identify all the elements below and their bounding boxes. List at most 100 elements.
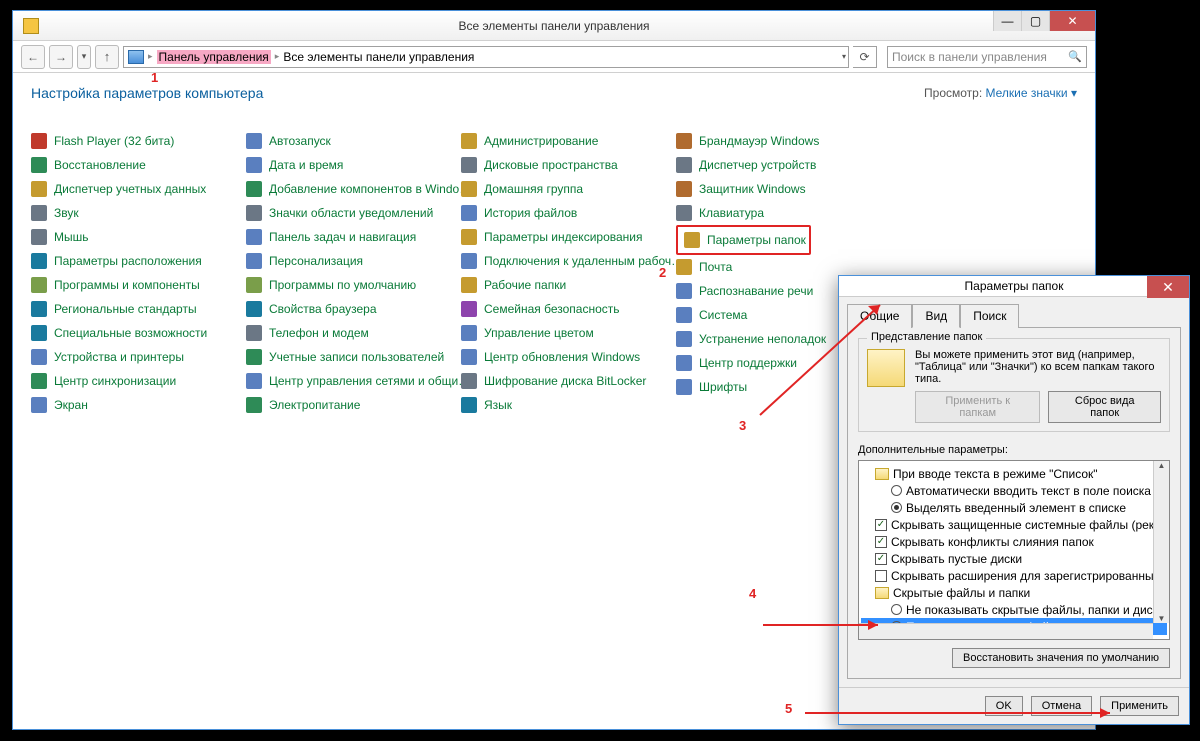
control-panel-item[interactable]: Специальные возможности — [31, 321, 246, 345]
control-panel-item[interactable]: Добавление компонентов в Windo… — [246, 177, 461, 201]
radio[interactable] — [891, 604, 902, 615]
breadcrumb-current[interactable]: Все элементы панели управления — [283, 50, 474, 64]
tree-row[interactable]: Скрытые файлы и папки — [861, 584, 1167, 601]
item-icon — [31, 253, 47, 269]
checkbox[interactable]: ✓ — [875, 553, 887, 565]
control-panel-item[interactable]: Звук — [31, 201, 246, 225]
refresh-button[interactable]: ⟳ — [853, 46, 877, 68]
forward-button[interactable]: → — [49, 45, 73, 69]
control-panel-item[interactable]: Язык — [461, 393, 676, 417]
tree-row[interactable]: Выделять введенный элемент в списке — [861, 499, 1167, 516]
item-label: Устройства и принтеры — [54, 350, 184, 364]
apply-button[interactable]: Применить — [1100, 696, 1179, 716]
control-panel-item[interactable]: Дата и время — [246, 153, 461, 177]
item-label: История файлов — [484, 206, 577, 220]
control-panel-item[interactable]: Flash Player (32 бита) — [31, 129, 246, 153]
tree-row[interactable]: ✓Скрывать защищенные системные файлы (ре… — [861, 516, 1167, 533]
control-panel-item[interactable]: Панель задач и навигация — [246, 225, 461, 249]
breadcrumb-root[interactable]: Панель управления — [157, 50, 271, 64]
radio[interactable] — [891, 485, 902, 496]
radio[interactable] — [891, 502, 902, 513]
control-panel-item[interactable]: Параметры расположения — [31, 249, 246, 273]
item-label: Клавиатура — [699, 206, 764, 220]
view-value[interactable]: Мелкие значки ▾ — [986, 86, 1077, 100]
vertical-scrollbar[interactable] — [1153, 461, 1169, 623]
control-panel-item[interactable]: Устройства и принтеры — [31, 345, 246, 369]
item-icon — [676, 259, 692, 275]
tree-row[interactable]: Автоматически вводить текст в поле поиск… — [861, 482, 1167, 499]
minimize-button[interactable]: — — [993, 11, 1021, 31]
tree-row[interactable]: ✓Скрывать пустые диски — [861, 550, 1167, 567]
item-icon — [684, 232, 700, 248]
address-dropdown-icon[interactable]: ▾ — [842, 52, 846, 61]
control-panel-item[interactable]: Мышь — [31, 225, 246, 249]
tab-general[interactable]: Общие — [847, 304, 912, 328]
checkbox[interactable]: ✓ — [875, 519, 887, 531]
tree-row[interactable]: При вводе текста в режиме "Список" — [861, 465, 1167, 482]
back-button[interactable]: ← — [21, 45, 45, 69]
folder-icon[interactable] — [875, 587, 889, 599]
address-bar[interactable]: ▸ Панель управления ▸ Все элементы панел… — [123, 46, 849, 68]
tree-row[interactable]: Не показывать скрытые файлы, папки и дис… — [861, 601, 1167, 618]
tab-search[interactable]: Поиск — [960, 304, 1019, 328]
ok-button[interactable]: OK — [985, 696, 1023, 716]
item-label: Центр обновления Windows — [484, 350, 640, 364]
advanced-settings-tree[interactable]: При вводе текста в режиме "Список"Автома… — [858, 460, 1170, 640]
folder-icon[interactable] — [875, 468, 889, 480]
tree-row[interactable]: Скрывать расширения для зарегистрированн… — [861, 567, 1167, 584]
horizontal-scrollbar[interactable] — [859, 623, 1153, 639]
search-input[interactable]: Поиск в панели управления — [887, 46, 1087, 68]
control-panel-item[interactable]: Центр управления сетями и общи… — [246, 369, 461, 393]
item-icon — [461, 349, 477, 365]
checkbox[interactable] — [875, 570, 887, 582]
item-label: Параметры расположения — [54, 254, 202, 268]
control-panel-item[interactable]: Дисковые пространства — [461, 153, 676, 177]
close-button[interactable]: ✕ — [1049, 11, 1095, 31]
dialog-close-button[interactable]: ✕ — [1147, 276, 1189, 298]
control-panel-item[interactable]: Администрирование — [461, 129, 676, 153]
control-panel-item[interactable]: Управление цветом — [461, 321, 676, 345]
control-panel-item[interactable]: Параметры индексирования — [461, 225, 676, 249]
reset-folders-button[interactable]: Сброс вида папок — [1048, 391, 1161, 423]
control-panel-item[interactable]: Параметры папок — [676, 225, 811, 255]
restore-defaults-button[interactable]: Восстановить значения по умолчанию — [952, 648, 1170, 668]
control-panel-item[interactable]: Защитник Windows — [676, 177, 891, 201]
up-button[interactable]: ↑ — [95, 45, 119, 69]
control-panel-item[interactable]: Семейная безопасность — [461, 297, 676, 321]
item-label: Диспетчер учетных данных — [54, 182, 206, 196]
maximize-button[interactable]: ▢ — [1021, 11, 1049, 31]
control-panel-item[interactable]: Региональные стандарты — [31, 297, 246, 321]
control-panel-item[interactable]: Свойства браузера — [246, 297, 461, 321]
control-panel-item[interactable]: Электропитание — [246, 393, 461, 417]
apply-to-folders-button[interactable]: Применить к папкам — [915, 391, 1040, 423]
control-panel-item[interactable]: Брандмауэр Windows — [676, 129, 891, 153]
control-panel-item[interactable]: Домашняя группа — [461, 177, 676, 201]
control-panel-item[interactable]: Экран — [31, 393, 246, 417]
checkbox[interactable]: ✓ — [875, 536, 887, 548]
view-selector[interactable]: Просмотр: Мелкие значки ▾ — [924, 86, 1077, 100]
control-panel-item[interactable]: Подключения к удаленным рабоч… — [461, 249, 676, 273]
control-panel-item[interactable]: Центр обновления Windows — [461, 345, 676, 369]
control-panel-item[interactable]: История файлов — [461, 201, 676, 225]
control-panel-item[interactable]: Диспетчер устройств — [676, 153, 891, 177]
control-panel-item[interactable]: Шифрование диска BitLocker — [461, 369, 676, 393]
control-panel-item[interactable]: Клавиатура — [676, 201, 891, 225]
item-label: Звук — [54, 206, 79, 220]
control-panel-item[interactable]: Диспетчер учетных данных — [31, 177, 246, 201]
tab-view[interactable]: Вид — [912, 304, 960, 328]
control-panel-item[interactable]: Восстановление — [31, 153, 246, 177]
recent-locations-button[interactable]: ▾ — [77, 45, 91, 69]
cancel-button[interactable]: Отмена — [1031, 696, 1092, 716]
tree-label: Не показывать скрытые файлы, папки и дис… — [906, 603, 1165, 617]
control-panel-item[interactable]: Программы по умолчанию — [246, 273, 461, 297]
control-panel-item[interactable]: Центр синхронизации — [31, 369, 246, 393]
tree-row[interactable]: ✓Скрывать конфликты слияния папок — [861, 533, 1167, 550]
window-icon — [23, 18, 39, 34]
control-panel-item[interactable]: Телефон и модем — [246, 321, 461, 345]
control-panel-item[interactable]: Рабочие папки — [461, 273, 676, 297]
control-panel-item[interactable]: Программы и компоненты — [31, 273, 246, 297]
control-panel-item[interactable]: Значки области уведомлений — [246, 201, 461, 225]
control-panel-item[interactable]: Учетные записи пользователей — [246, 345, 461, 369]
control-panel-item[interactable]: Персонализация — [246, 249, 461, 273]
control-panel-item[interactable]: Автозапуск — [246, 129, 461, 153]
